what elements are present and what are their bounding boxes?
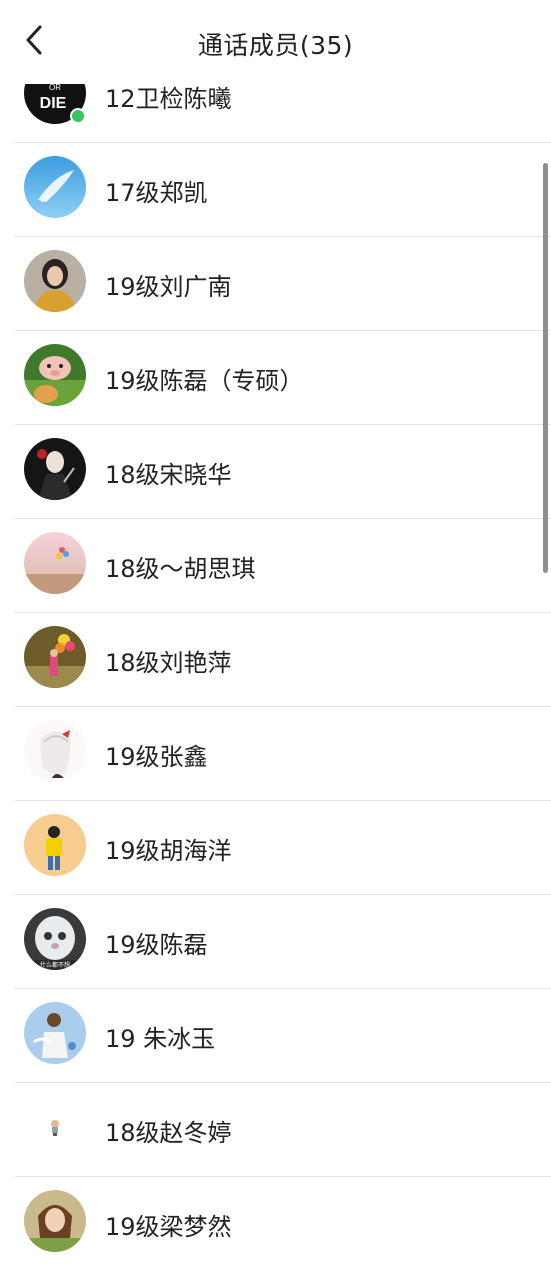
member-name: 18级赵冬婷 (105, 1119, 232, 1147)
member-name: 19级梁梦然 (105, 1213, 232, 1241)
member-list[interactable]: DO OR DIE 12卫检陈曦 17级郑凯 (0, 0, 551, 1270)
member-row[interactable]: 18级刘艳萍 (0, 613, 551, 707)
member-row[interactable]: 17级郑凯 (0, 143, 551, 237)
member-name: 19级刘广南 (105, 273, 232, 301)
avatar (24, 814, 86, 876)
avatar (24, 720, 86, 782)
avatar-text-mid: OR (49, 83, 61, 92)
member-row[interactable]: 18级赵冬婷 (0, 1083, 551, 1177)
member-name: 19级陈磊 (105, 931, 208, 959)
avatar-text-bottom: DIE (40, 95, 67, 112)
member-row[interactable]: 18级宋晓华 (0, 425, 551, 519)
member-row[interactable]: 19级张鑫 (0, 707, 551, 801)
header-bar: 通话成员(35) (0, 0, 551, 84)
member-name: 17级郑凯 (105, 179, 208, 207)
member-row[interactable]: 19 朱冰玉 (0, 989, 551, 1083)
member-row[interactable]: 18级～胡思琪 (0, 519, 551, 613)
member-row[interactable]: 什么都不想 19级陈磊 (0, 895, 551, 989)
member-name: 18级刘艳萍 (105, 649, 232, 677)
avatar (24, 532, 86, 594)
avatar (24, 344, 86, 406)
avatar (24, 1190, 86, 1252)
member-name: 19 朱冰玉 (105, 1025, 216, 1053)
member-name: 12卫检陈曦 (105, 85, 232, 113)
member-row[interactable]: 19级梁梦然 (0, 1177, 551, 1270)
avatar: 什么都不想 (24, 908, 86, 970)
member-name: 19级张鑫 (105, 743, 208, 771)
avatar (24, 156, 86, 218)
page-title: 通话成员(35) (197, 31, 354, 60)
member-name: 18级宋晓华 (105, 461, 232, 489)
avatar (24, 626, 86, 688)
avatar (24, 250, 86, 312)
member-row[interactable]: 19级胡海洋 (0, 801, 551, 895)
member-row[interactable]: 19级刘广南 (0, 237, 551, 331)
member-row[interactable]: 19级陈磊（专硕） (0, 331, 551, 425)
scrollbar[interactable] (543, 163, 548, 573)
member-name: 19级陈磊（专硕） (105, 367, 304, 395)
avatar-caption: 什么都不想 (40, 961, 70, 969)
online-badge-icon (70, 108, 86, 124)
avatar (24, 1096, 86, 1158)
avatar (24, 1002, 86, 1064)
member-name: 18级～胡思琪 (105, 555, 256, 583)
member-name: 19级胡海洋 (105, 837, 232, 865)
avatar (24, 438, 86, 500)
